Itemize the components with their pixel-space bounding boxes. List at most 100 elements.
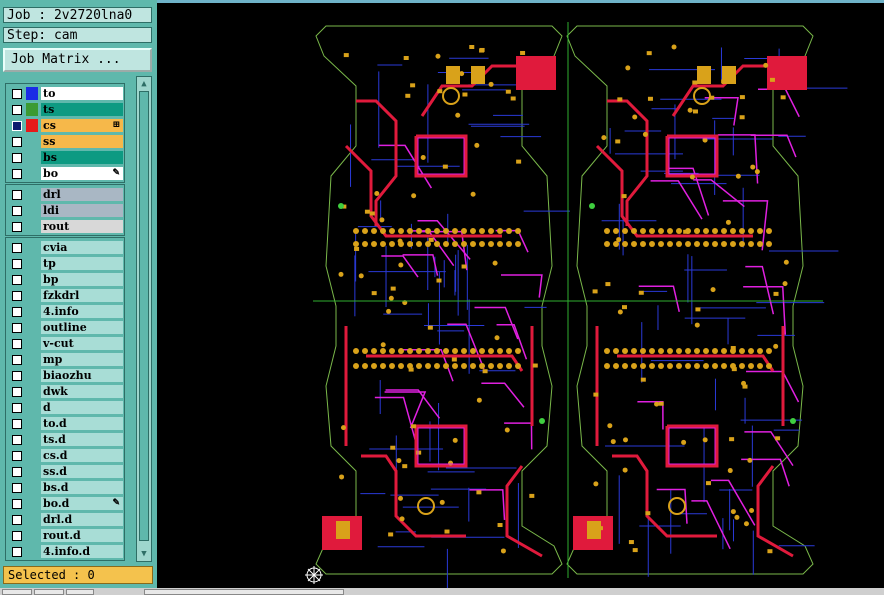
- layer-checkbox[interactable]: [12, 499, 22, 509]
- layer-row-bo.d[interactable]: bo.d ✎: [6, 496, 124, 512]
- layer-checkbox[interactable]: [12, 169, 22, 179]
- layer-name[interactable]: bs.d: [41, 481, 123, 494]
- layer-color-swatch[interactable]: [26, 87, 38, 100]
- layer-name[interactable]: cvia: [41, 241, 123, 254]
- layer-color-swatch[interactable]: [26, 369, 38, 382]
- layer-name[interactable]: rout: [41, 220, 123, 233]
- scrollbar-thumb[interactable]: [139, 91, 149, 541]
- layer-checkbox[interactable]: [12, 371, 22, 381]
- layer-name[interactable]: drl.d: [41, 513, 123, 526]
- bottom-tool-button[interactable]: [34, 589, 64, 595]
- layer-color-swatch[interactable]: [26, 305, 38, 318]
- layer-name[interactable]: bo.d ✎: [41, 497, 123, 510]
- layer-checkbox[interactable]: [12, 547, 22, 557]
- layer-checkbox[interactable]: [12, 275, 22, 285]
- layer-row-ts[interactable]: ts: [6, 102, 124, 118]
- layer-checkbox[interactable]: [12, 307, 22, 317]
- layer-color-swatch[interactable]: [26, 337, 38, 350]
- layer-name[interactable]: ss.d: [41, 465, 123, 478]
- layer-name[interactable]: 4.info.d: [41, 545, 123, 558]
- bottom-tool-button[interactable]: [2, 589, 32, 595]
- layer-row-ts.d[interactable]: ts.d: [6, 432, 124, 448]
- layer-color-swatch[interactable]: [26, 103, 38, 116]
- layer-checkbox[interactable]: [12, 153, 22, 163]
- layer-row-cs.d[interactable]: cs.d: [6, 448, 124, 464]
- layer-row-to.d[interactable]: to.d: [6, 416, 124, 432]
- layer-row-drl.d[interactable]: drl.d: [6, 512, 124, 528]
- layer-color-swatch[interactable]: [26, 433, 38, 446]
- layer-checkbox[interactable]: [12, 483, 22, 493]
- layer-name[interactable]: rout.d: [41, 529, 123, 542]
- layer-name[interactable]: ldi: [41, 204, 123, 217]
- layer-row-ss[interactable]: ss: [6, 134, 124, 150]
- layer-name[interactable]: cs ⊞: [41, 119, 123, 132]
- layer-color-swatch[interactable]: [26, 353, 38, 366]
- layer-row-cs[interactable]: cs ⊞: [6, 118, 124, 134]
- layer-name[interactable]: bo ✎: [41, 167, 123, 180]
- layer-color-swatch[interactable]: [26, 220, 38, 233]
- layer-checkbox[interactable]: [12, 387, 22, 397]
- layer-name[interactable]: mp: [41, 353, 123, 366]
- layer-name[interactable]: bs: [41, 151, 123, 164]
- bottom-command-field[interactable]: [144, 589, 344, 595]
- layer-row-bs.d[interactable]: bs.d: [6, 480, 124, 496]
- layer-name[interactable]: to.d: [41, 417, 123, 430]
- layer-checkbox[interactable]: [12, 222, 22, 232]
- layer-color-swatch[interactable]: [26, 257, 38, 270]
- layer-checkbox[interactable]: [12, 121, 22, 131]
- layer-color-swatch[interactable]: [26, 273, 38, 286]
- layer-color-swatch[interactable]: [26, 497, 38, 510]
- layer-checkbox[interactable]: [12, 323, 22, 333]
- layer-color-swatch[interactable]: [26, 545, 38, 558]
- layer-checkbox[interactable]: [12, 243, 22, 253]
- layer-row-fzkdrl[interactable]: fzkdrl: [6, 288, 124, 304]
- layer-color-swatch[interactable]: [26, 289, 38, 302]
- layer-row-ldi[interactable]: ldi: [6, 203, 124, 219]
- layer-checkbox[interactable]: [12, 515, 22, 525]
- layer-name[interactable]: fzkdrl: [41, 289, 123, 302]
- layer-color-swatch[interactable]: [26, 188, 38, 201]
- layer-color-swatch[interactable]: [26, 401, 38, 414]
- layer-color-swatch[interactable]: [26, 167, 38, 180]
- layer-row-rout[interactable]: rout: [6, 219, 124, 235]
- layer-checkbox[interactable]: [12, 190, 22, 200]
- layer-row-mp[interactable]: mp: [6, 352, 124, 368]
- layer-checkbox[interactable]: [12, 206, 22, 216]
- layer-color-swatch[interactable]: [26, 513, 38, 526]
- layer-row-tp[interactable]: tp: [6, 256, 124, 272]
- layer-color-swatch[interactable]: [26, 417, 38, 430]
- layer-row-biaozhu[interactable]: biaozhu: [6, 368, 124, 384]
- layer-name[interactable]: ts: [41, 103, 123, 116]
- layer-color-swatch[interactable]: [26, 135, 38, 148]
- layer-row-drl[interactable]: drl: [6, 187, 124, 203]
- layer-row-to[interactable]: to: [6, 86, 124, 102]
- layer-name[interactable]: tp: [41, 257, 123, 270]
- layer-checkbox[interactable]: [12, 419, 22, 429]
- layer-name[interactable]: biaozhu: [41, 369, 123, 382]
- layer-color-swatch[interactable]: [26, 204, 38, 217]
- layer-checkbox[interactable]: [12, 339, 22, 349]
- layer-name[interactable]: to: [41, 87, 123, 100]
- layer-name[interactable]: v-cut: [41, 337, 123, 350]
- job-matrix-button[interactable]: Job Matrix ...: [3, 48, 152, 72]
- layer-color-swatch[interactable]: [26, 449, 38, 462]
- layer-row-bp[interactable]: bp: [6, 272, 124, 288]
- layer-row-4.info[interactable]: 4.info: [6, 304, 124, 320]
- layer-name[interactable]: d: [41, 401, 123, 414]
- layer-name[interactable]: drl: [41, 188, 123, 201]
- layer-row-outline[interactable]: outline: [6, 320, 124, 336]
- layer-row-cvia[interactable]: cvia: [6, 240, 124, 256]
- bottom-tool-button[interactable]: [66, 589, 94, 595]
- layer-row-rout.d[interactable]: rout.d: [6, 528, 124, 544]
- layer-color-swatch[interactable]: [26, 465, 38, 478]
- layer-name[interactable]: bp: [41, 273, 123, 286]
- layer-name[interactable]: ss: [41, 135, 123, 148]
- pcb-graphic-canvas[interactable]: [157, 0, 884, 595]
- layer-checkbox[interactable]: [12, 403, 22, 413]
- layer-row-d[interactable]: d: [6, 400, 124, 416]
- layer-row-bs[interactable]: bs: [6, 150, 124, 166]
- layer-name[interactable]: cs.d: [41, 449, 123, 462]
- layer-color-swatch[interactable]: [26, 241, 38, 254]
- layer-name[interactable]: dwk: [41, 385, 123, 398]
- scroll-up-arrow-icon[interactable]: ▲: [138, 78, 150, 90]
